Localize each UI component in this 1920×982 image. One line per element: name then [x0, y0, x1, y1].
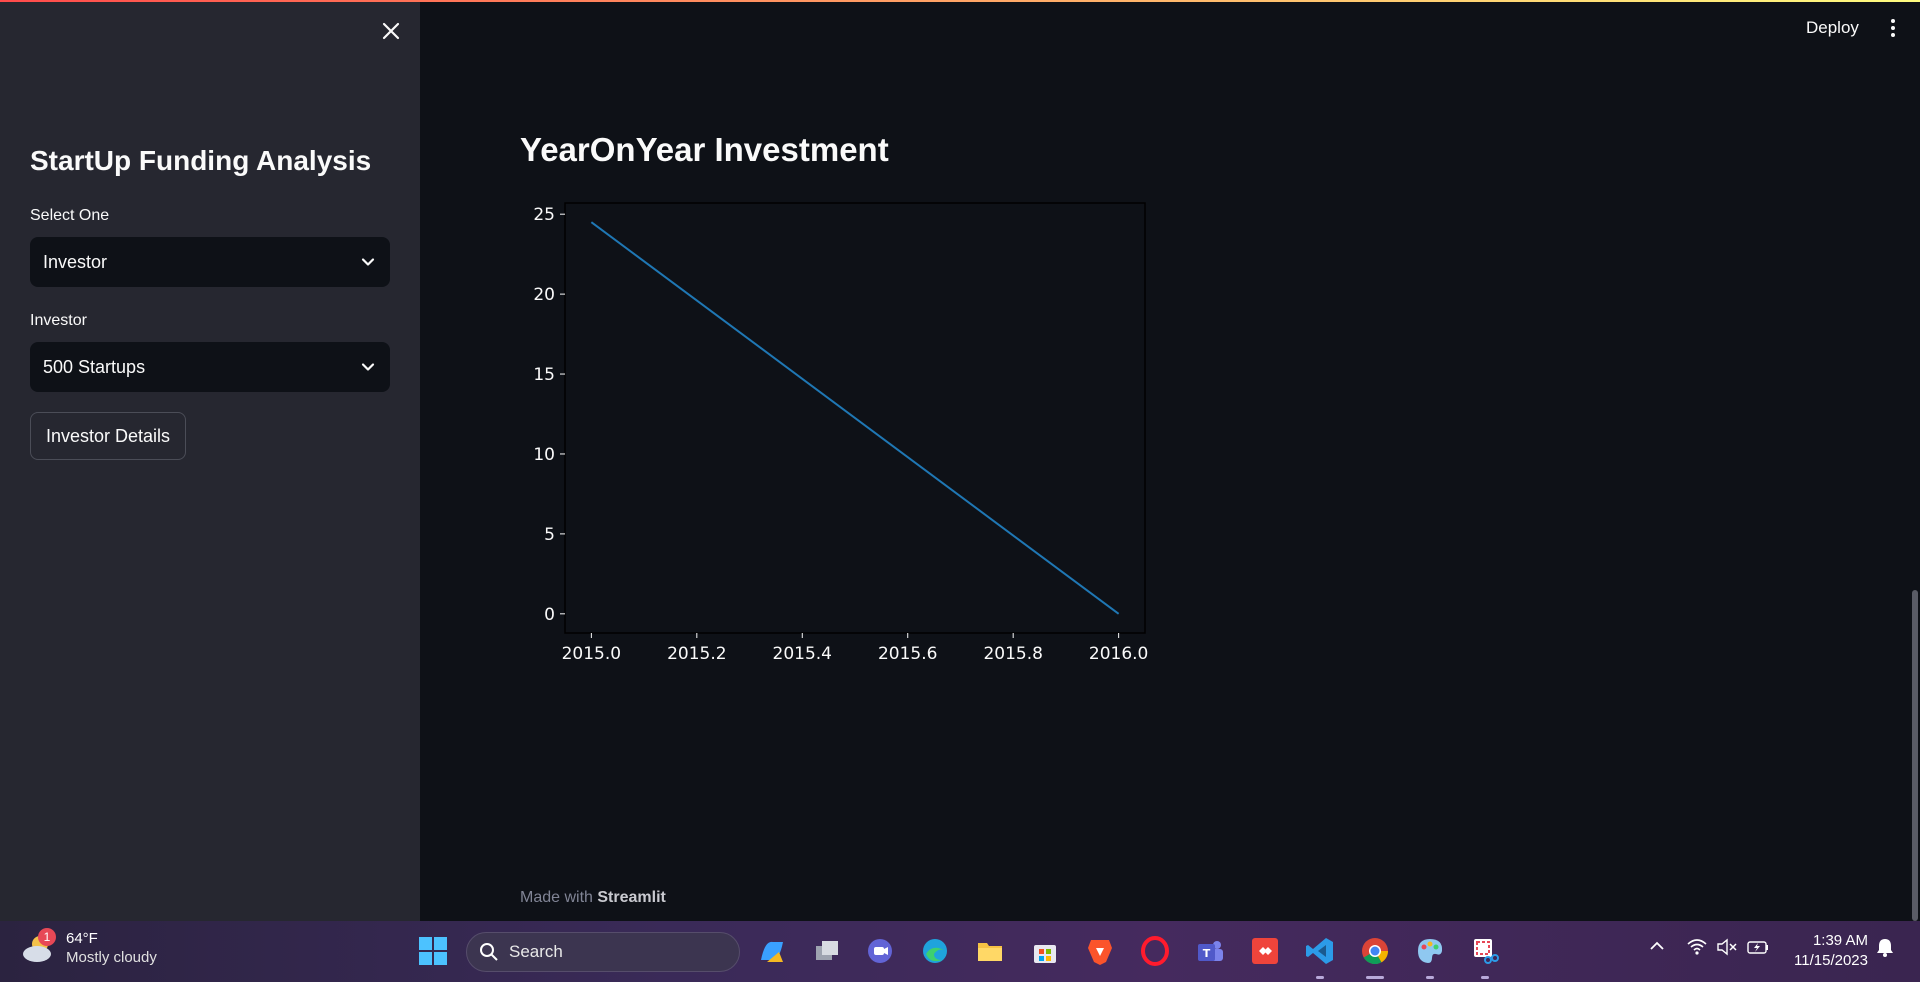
page-title: YearOnYear Investment — [520, 131, 889, 168]
copilot-app[interactable] — [756, 935, 788, 967]
snipping-tool-icon — [1474, 939, 1499, 964]
sidebar-title: StartUp Funding Analysis — [30, 145, 372, 176]
weather-temp: 64°F — [66, 930, 98, 947]
search-label: Search — [509, 942, 563, 961]
chrome-icon — [1362, 938, 1389, 965]
vscode-app[interactable] — [1304, 935, 1336, 967]
close-icon — [382, 22, 400, 40]
kebab-dot-icon — [1891, 33, 1895, 37]
clock[interactable]: 1:39 AM 11/15/2023 — [1788, 931, 1868, 971]
chevron-down-icon — [361, 363, 375, 371]
scrollbar[interactable] — [1912, 590, 1918, 921]
taskbar-search[interactable]: Search — [466, 932, 740, 972]
weather-badge: 1 — [38, 928, 56, 946]
line-chart: 0510152025 2015.0 2015.2 2015.4 2015.6 2015.… — [533, 202, 1148, 664]
task-view-icon — [816, 941, 838, 960]
copilot-icon — [761, 941, 783, 962]
teams-app[interactable]: T — [1194, 935, 1226, 967]
top-decoration-bar — [0, 0, 1920, 2]
y-tick-label: 10 — [533, 445, 555, 465]
kebab-dot-icon — [1891, 26, 1895, 30]
taskbar: 1 64°F Mostly cloudy Search T 1:39 AM 11… — [0, 921, 1920, 982]
start-button[interactable] — [417, 935, 449, 967]
edge-browser-icon — [923, 939, 947, 963]
y-tick-label: 15 — [533, 365, 555, 385]
x-tick-label: 2015.2 — [667, 644, 726, 664]
running-indicator — [1316, 976, 1324, 979]
kebab-dot-icon — [1891, 19, 1895, 23]
footer: Made with Streamlit — [520, 889, 666, 907]
running-indicator — [1426, 976, 1434, 979]
battery-charging-icon — [1747, 941, 1768, 954]
investor-value: 500 Startups — [43, 356, 146, 377]
x-tick-label: 2015.4 — [773, 644, 832, 664]
streamlit-link[interactable]: Streamlit — [597, 889, 665, 906]
windows-logo-icon — [419, 937, 447, 965]
opera-icon — [1141, 936, 1169, 966]
show-hidden-icons-button[interactable] — [1648, 937, 1666, 960]
paint-palette-icon — [1418, 939, 1443, 963]
weather-desc: Mostly cloudy — [66, 949, 157, 966]
clock-time: 1:39 AM — [1812, 932, 1868, 949]
running-indicator — [1481, 976, 1489, 979]
battery-status[interactable] — [1746, 937, 1770, 962]
edge-app[interactable] — [919, 935, 951, 967]
active-app-indicator — [1366, 976, 1384, 979]
investor-details-button[interactable]: Investor Details — [30, 412, 187, 460]
x-tick-label: 2015.8 — [983, 644, 1042, 664]
chat-app[interactable] — [864, 935, 896, 967]
chat-camera-icon — [868, 939, 892, 963]
x-axis: 2015.0 2015.2 2015.4 2015.6 2015.8 2016.0 — [562, 633, 1148, 664]
chevron-down-icon — [361, 258, 375, 266]
search-icon — [480, 943, 498, 961]
x-tick-label: 2016.0 — [1089, 644, 1148, 664]
notifications-button[interactable] — [1876, 937, 1894, 962]
footer-prefix: Made with — [520, 889, 593, 906]
teams-icon: T — [1198, 941, 1223, 961]
brave-app[interactable] — [1084, 935, 1116, 967]
opera-app[interactable] — [1139, 935, 1171, 967]
weather-widget[interactable]: 1 64°F Mostly cloudy — [20, 928, 157, 967]
weather-cloud-icon: 1 — [20, 928, 56, 966]
chevron-up-icon — [1650, 941, 1664, 950]
y-tick-label: 0 — [544, 605, 555, 625]
deploy-button[interactable]: Deploy — [1806, 18, 1859, 38]
file-explorer-app[interactable] — [974, 935, 1006, 967]
x-tick-label: 2015.0 — [562, 644, 621, 664]
y-tick-label: 25 — [533, 205, 555, 225]
main-menu-button[interactable] — [1884, 16, 1902, 40]
wifi-icon — [1687, 939, 1707, 955]
volume-status[interactable] — [1716, 937, 1738, 962]
close-sidebar-button[interactable] — [378, 18, 404, 44]
select-one-label: Select One — [30, 207, 110, 224]
folder-icon — [978, 943, 1002, 961]
anydesk-icon — [1252, 938, 1278, 964]
brave-lion-icon — [1088, 940, 1112, 965]
vscode-icon — [1306, 938, 1333, 964]
snipping-tool-app[interactable] — [1469, 935, 1501, 967]
chrome-app[interactable] — [1359, 935, 1391, 967]
select-one-dropdown[interactable]: Investor — [30, 237, 390, 287]
investor-dropdown[interactable]: 500 Startups — [30, 342, 390, 392]
store-bag-icon — [1034, 945, 1056, 963]
volume-muted-icon — [1717, 938, 1737, 956]
investor-label: Investor — [30, 312, 87, 329]
paint-app[interactable] — [1414, 935, 1446, 967]
x-tick-label: 2015.6 — [878, 644, 937, 664]
anydesk-app[interactable] — [1249, 935, 1281, 967]
y-axis: 0 5 10 15 20 25 — [533, 205, 565, 625]
wifi-status[interactable] — [1686, 937, 1708, 962]
sidebar: StartUp Funding Analysis Select One Inve… — [0, 0, 420, 921]
y-tick-label: 20 — [533, 285, 555, 305]
clock-date: 11/15/2023 — [1794, 952, 1868, 969]
y-tick-label: 5 — [544, 525, 555, 545]
svg-text:T: T — [1203, 947, 1211, 960]
select-one-value: Investor — [43, 251, 108, 272]
task-view-app[interactable] — [811, 935, 843, 967]
store-app[interactable] — [1029, 935, 1061, 967]
bell-icon — [1877, 939, 1893, 957]
